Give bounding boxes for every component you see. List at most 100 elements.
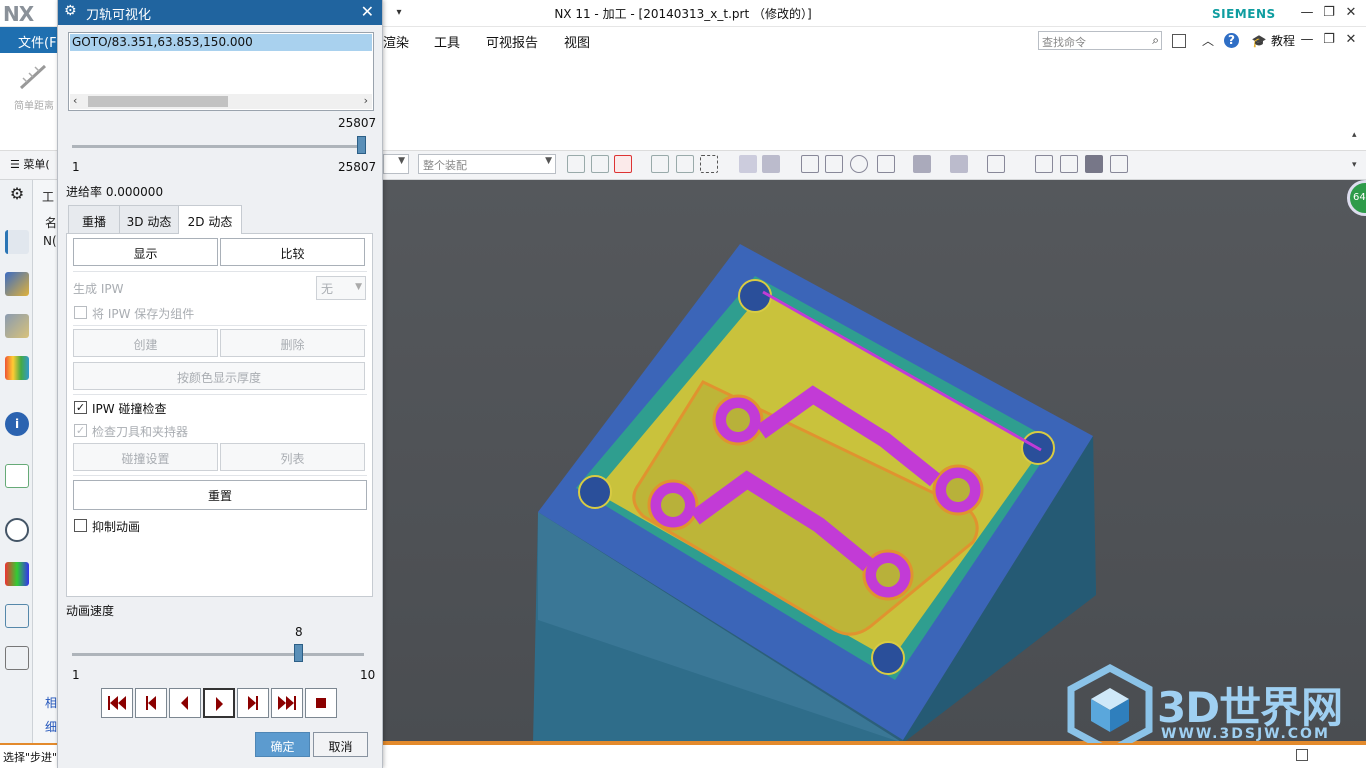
operation-navigator-icon[interactable] [5, 230, 29, 254]
shaded-icon[interactable] [950, 155, 968, 173]
section-icon[interactable] [987, 155, 1005, 173]
navigator-row[interactable]: N( [43, 234, 57, 248]
delete-button[interactable]: 删除 [220, 329, 365, 357]
history-clock-icon[interactable] [5, 518, 29, 542]
horizontal-scrollbar[interactable]: ‹ › [70, 94, 372, 109]
ribbon-collapse-icon[interactable]: ︿ [1199, 32, 1217, 50]
box-select-icon[interactable] [700, 155, 718, 173]
background-icon[interactable] [1060, 155, 1078, 173]
navigator-related-label[interactable]: 相 [45, 694, 57, 711]
part-navigator-icon[interactable] [5, 314, 29, 338]
toolpath-listbox[interactable]: GOTO/83.351,63.853,150.000 ‹ › [68, 32, 374, 111]
gear-icon[interactable]: ⚙ [5, 182, 29, 206]
doc-minimize-icon[interactable]: — [1296, 31, 1318, 49]
stop-button[interactable] [305, 688, 337, 718]
filter-combo[interactable]: ▼ [383, 154, 409, 174]
tab-2d-dynamic[interactable]: 2D 动态 [178, 205, 242, 234]
position-slider-min: 1 [72, 160, 80, 174]
display-button[interactable]: 显示 [73, 238, 218, 266]
position-slider-thumb[interactable] [357, 136, 366, 154]
snap-point-icon[interactable] [591, 155, 609, 173]
color-thickness-button[interactable]: 按颜色显示厚度 [73, 362, 365, 390]
navigator-details-label[interactable]: 细 [45, 718, 57, 735]
fit-view-icon[interactable] [801, 155, 819, 173]
orient-view-icon[interactable] [877, 155, 895, 173]
snap-icon[interactable] [567, 155, 585, 173]
tab-3d-dynamic[interactable]: 3D 动态 [119, 205, 179, 234]
body-select-icon[interactable] [739, 155, 757, 173]
play-forward-button[interactable] [203, 688, 235, 718]
solid-icon[interactable] [762, 155, 780, 173]
position-slider-track[interactable] [72, 145, 364, 148]
robot-icon[interactable] [5, 646, 29, 670]
menu-tools[interactable]: 工具 [434, 32, 460, 51]
zoom-icon[interactable] [825, 155, 843, 173]
fast-forward-to-end-button[interactable] [271, 688, 303, 718]
assembly-scope-combo[interactable]: 整个装配 ▼ [418, 154, 556, 174]
process-icon[interactable] [5, 604, 29, 628]
main-menu-button[interactable]: ☰ 菜单( [10, 156, 50, 172]
wcs-icon[interactable] [1110, 155, 1128, 173]
scroll-left-icon[interactable]: ‹ [73, 94, 77, 107]
quick-access-dropdown-icon[interactable]: ▾ [388, 4, 410, 22]
display-mode-icon[interactable] [1085, 155, 1103, 173]
render-style-icon[interactable] [913, 155, 931, 173]
scroll-right-icon[interactable]: › [364, 94, 368, 107]
fullscreen-icon[interactable] [1296, 749, 1308, 761]
close-icon[interactable]: ✕ [1340, 4, 1362, 22]
help-icon[interactable]: ? [1224, 33, 1239, 48]
ok-button[interactable]: 确定 [255, 732, 310, 757]
reset-button[interactable]: 重置 [73, 480, 367, 510]
layer-icon[interactable] [1035, 155, 1053, 173]
suppress-animation-checkbox[interactable] [74, 519, 87, 532]
ribbon-expand-icon[interactable]: ▴ [1352, 130, 1357, 140]
graduation-cap-icon[interactable]: 🎓 [1250, 32, 1268, 50]
command-search-input[interactable]: 查找命令 ⌕ [1038, 31, 1162, 50]
compare-button[interactable]: 比较 [220, 238, 365, 266]
cancel-button[interactable]: 取消 [313, 732, 368, 757]
search-icon[interactable]: ⌕ [1152, 33, 1159, 48]
list-button[interactable]: 列表 [220, 443, 365, 471]
reuse-library-icon[interactable] [5, 356, 29, 380]
collision-settings-button[interactable]: 碰撞设置 [73, 443, 218, 471]
curve-select-icon[interactable] [651, 155, 669, 173]
play-reverse-button[interactable] [169, 688, 201, 718]
speed-slider-track[interactable] [72, 653, 364, 656]
file-menu[interactable]: 文件(F [0, 27, 60, 53]
restore-icon[interactable]: ❐ [1318, 4, 1340, 22]
speed-slider-thumb[interactable] [294, 644, 303, 662]
assembly-scope-value: 整个装配 [423, 159, 467, 172]
generate-ipw-select[interactable]: 无 ▼ [316, 276, 366, 300]
toolpath-list-item[interactable]: GOTO/83.351,63.853,150.000 [70, 34, 372, 51]
ipw-collision-checkbox[interactable]: ✓ [74, 401, 87, 414]
minimize-icon[interactable]: — [1296, 4, 1318, 22]
web-browser-icon[interactable] [5, 464, 29, 488]
check-tool-holder-checkbox[interactable]: ✓ [74, 424, 87, 437]
menu-render[interactable]: 渲染 [383, 32, 409, 51]
close-icon[interactable]: ✕ [361, 2, 374, 21]
select-plus-icon[interactable] [614, 155, 632, 173]
doc-restore-icon[interactable]: ❐ [1318, 31, 1340, 49]
tab-replay[interactable]: 重播 [68, 205, 120, 234]
toolbar-overflow-icon[interactable]: ▾ [1352, 160, 1357, 170]
info-icon[interactable]: i [5, 412, 29, 436]
step-back-button[interactable] [135, 688, 167, 718]
suppress-animation-label: 抑制动画 [92, 520, 141, 534]
gear-icon[interactable]: ⚙ [64, 3, 77, 19]
menu-visual-report[interactable]: 可视报告 [486, 32, 538, 51]
rotate-icon[interactable] [850, 155, 868, 173]
step-forward-button[interactable] [237, 688, 269, 718]
scrollbar-thumb[interactable] [88, 96, 228, 107]
save-ipw-checkbox[interactable] [74, 306, 87, 319]
tutorial-link[interactable]: 教程 [1271, 32, 1295, 49]
menu-view[interactable]: 视图 [564, 32, 590, 51]
palette-icon[interactable] [5, 562, 29, 586]
simple-distance-tool[interactable]: 简单距离 [12, 60, 56, 112]
window-icon[interactable] [1172, 34, 1186, 48]
graphics-viewport[interactable]: 64 [383, 180, 1366, 743]
doc-close-icon[interactable]: ✕ [1340, 31, 1362, 49]
machine-tool-icon[interactable] [5, 272, 29, 296]
create-button[interactable]: 创建 [73, 329, 218, 357]
feature-select-icon[interactable] [676, 155, 694, 173]
rewind-to-start-button[interactable] [101, 688, 133, 718]
